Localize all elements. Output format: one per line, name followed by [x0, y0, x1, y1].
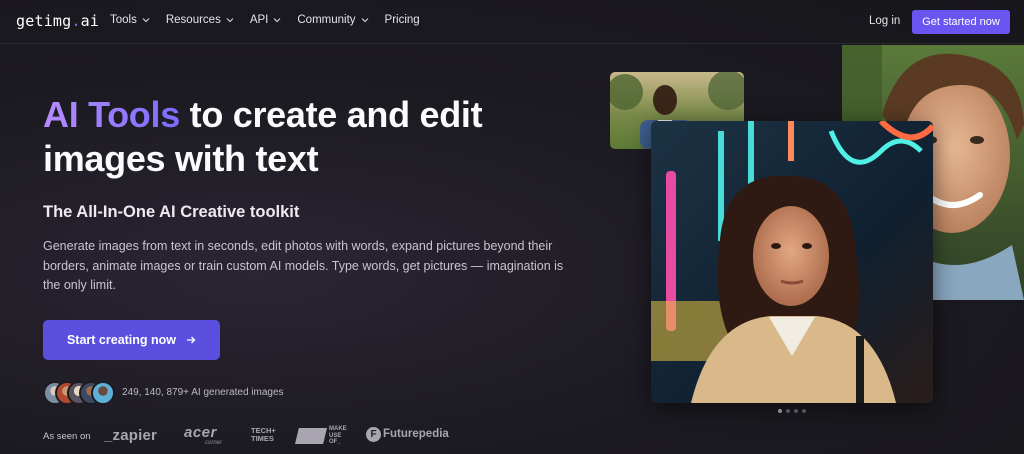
cta-label: Start creating now: [66, 333, 177, 347]
chevron-down-icon: [361, 18, 368, 23]
headline-accent: AI Tools: [43, 94, 180, 135]
logo[interactable]: getimg.ai: [16, 12, 99, 30]
carousel-dots: [778, 409, 806, 413]
get-started-button[interactable]: Get started now: [912, 10, 1010, 34]
nav-item-pricing[interactable]: Pricing: [385, 14, 420, 26]
arrow-right-icon: [187, 336, 196, 344]
carousel-dot[interactable]: [794, 409, 798, 413]
logo-text-tail: ai: [80, 12, 100, 30]
nav-menu: Tools Resources API Community Pricing: [110, 14, 436, 26]
headline-line2: images with text: [43, 138, 319, 179]
futurepedia-logo: Futurepedia: [383, 428, 449, 440]
as-seen-on-label: As seen on: [43, 431, 91, 442]
makeuseof-logo: MAKE USE OF_: [329, 426, 347, 445]
techtimes-logo: TECH+ TIMES: [251, 426, 276, 443]
carousel-dot[interactable]: [802, 409, 806, 413]
chevron-down-icon: [226, 18, 234, 23]
acer-corner-text: corner: [205, 440, 223, 446]
hero-headline: AI Tools to create and edit images with …: [43, 93, 563, 181]
nav-item-label: Resources: [165, 14, 221, 26]
chevron-down-icon: [142, 18, 150, 23]
top-navigation: getimg.ai Tools Resources API Community …: [0, 0, 1024, 44]
acer-logo: acer: [184, 424, 217, 441]
nav-item-tools[interactable]: Tools: [110, 14, 150, 26]
user-avatars: [43, 381, 121, 405]
start-creating-button[interactable]: Start creating now: [43, 320, 220, 360]
hero-image-woman-neon: [651, 121, 933, 403]
avatar: [91, 381, 115, 405]
nav-item-api[interactable]: API: [250, 14, 282, 26]
generated-images-count: 249, 140, 879+ AI generated images: [122, 387, 284, 398]
nav-item-community[interactable]: Community: [297, 14, 368, 26]
nav-item-label: API: [249, 14, 269, 26]
nav-item-label: Tools: [110, 14, 137, 26]
login-link[interactable]: Log in: [869, 15, 900, 27]
zapier-logo: _zapier: [104, 427, 158, 444]
hero-subtitle: The All-In-One AI Creative toolkit: [43, 203, 300, 221]
headline-line1: to create and edit: [179, 94, 483, 135]
futurepedia-icon: F: [366, 427, 381, 442]
carousel-dot[interactable]: [786, 409, 790, 413]
logo-dot: .: [71, 12, 81, 30]
hero-description: Generate images from text in seconds, ed…: [43, 239, 564, 292]
logo-text-main: getimg: [16, 12, 72, 30]
makeuseof-logo-mark: [295, 428, 327, 444]
nav-item-label: Community: [297, 14, 356, 26]
carousel-dot[interactable]: [778, 409, 782, 413]
nav-item-label: Pricing: [384, 14, 420, 26]
nav-item-resources[interactable]: Resources: [166, 14, 234, 26]
chevron-down-icon: [273, 18, 281, 23]
